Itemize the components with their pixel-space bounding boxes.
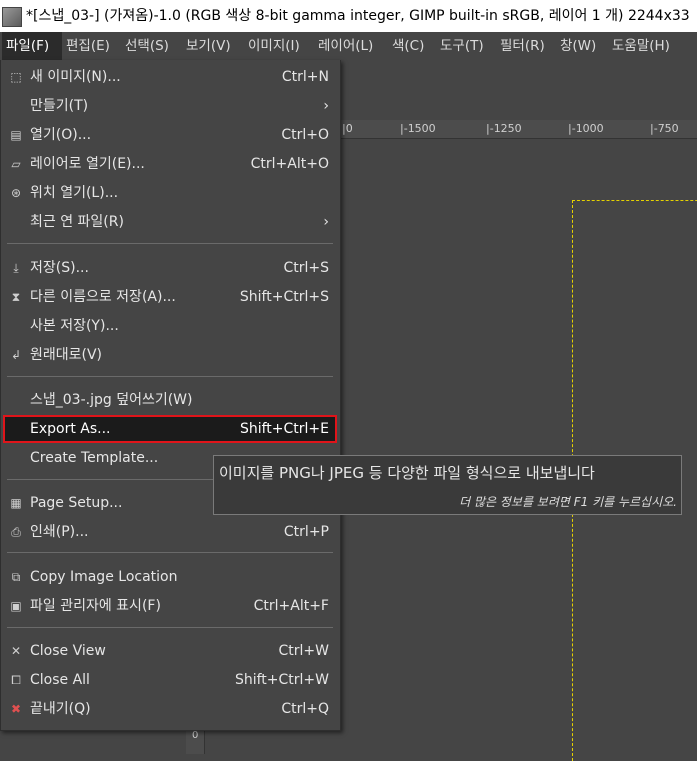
print-icon: ⎙: [11, 525, 21, 539]
new-image-icon: ⬚: [10, 70, 22, 84]
save-as-icon: ⧗: [11, 290, 21, 304]
copy-location-icon: ⧉: [11, 570, 21, 584]
menu-item-new-image[interactable]: ⬚ 새 이미지(N)... Ctrl+N: [3, 63, 337, 91]
menu-tools[interactable]: 도구(T): [440, 32, 484, 60]
menu-item-print[interactable]: ⎙ 인쇄(P)... Ctrl+P: [3, 518, 337, 546]
ruler-tick: |-1250: [486, 122, 522, 135]
menubar: 파일(F) 편집(E) 선택(S) 보기(V) 이미지(I) 레이어(L) 색(…: [0, 32, 697, 60]
menu-separator: [7, 627, 333, 628]
ruler-tick: |-750: [650, 122, 679, 135]
menu-item-recent[interactable]: 최근 연 파일(R) ›: [3, 208, 337, 236]
menu-layer[interactable]: 레이어(L): [318, 32, 373, 60]
page-setup-icon: ▦: [10, 496, 22, 510]
menu-item-open-as-layers[interactable]: ▱ 레이어로 열기(E)... Ctrl+Alt+O: [3, 150, 337, 178]
menu-item-open-location[interactable]: ⊛ 위치 열기(L)...: [3, 179, 337, 207]
menu-filters[interactable]: 필터(R): [500, 32, 545, 60]
menu-view[interactable]: 보기(V): [186, 32, 231, 60]
menu-windows[interactable]: 창(W): [560, 32, 596, 60]
file-menu-dropdown: ⬚ 새 이미지(N)... Ctrl+N 만들기(T) › ▤ 열기(O)...…: [0, 60, 341, 731]
menu-item-save-copy[interactable]: 사본 저장(Y)...: [3, 312, 337, 340]
open-icon: ▤: [10, 128, 22, 142]
menu-item-copy-image-location[interactable]: ⧉ Copy Image Location: [3, 563, 337, 591]
menu-separator: [7, 243, 333, 244]
menu-item-close-view[interactable]: ✕ Close View Ctrl+W: [3, 637, 337, 665]
menu-item-close-all[interactable]: ⧠ Close All Shift+Ctrl+W: [3, 666, 337, 694]
menu-item-open[interactable]: ▤ 열기(O)... Ctrl+O: [3, 121, 337, 149]
menu-item-export-as[interactable]: Export As... Shift+Ctrl+E: [3, 415, 337, 443]
menu-item-save[interactable]: ⤓ 저장(S)... Ctrl+S: [3, 254, 337, 282]
menu-item-create[interactable]: 만들기(T) ›: [3, 92, 337, 120]
gimp-app-icon: [2, 7, 22, 27]
quit-icon: ✖: [10, 702, 22, 716]
close-all-icon: ⧠: [11, 673, 21, 687]
chevron-right-icon: ›: [323, 98, 329, 114]
save-icon: ⤓: [13, 261, 19, 275]
tooltip-text: 이미지를 PNG나 JPEG 등 다양한 파일 형식으로 내보냅니다: [219, 464, 595, 482]
menu-help[interactable]: 도움말(H): [612, 32, 670, 60]
menu-select[interactable]: 선택(S): [125, 32, 169, 60]
menu-colors[interactable]: 색(C): [392, 32, 424, 60]
menu-item-overwrite[interactable]: 스냅_03-.jpg 덮어쓰기(W): [3, 386, 337, 414]
menu-separator: [7, 552, 333, 553]
globe-icon: ⊛: [10, 186, 22, 200]
close-icon: ✕: [10, 644, 22, 658]
menu-file[interactable]: 파일(F): [2, 32, 62, 60]
menu-item-save-as[interactable]: ⧗ 다른 이름으로 저장(A)... Shift+Ctrl+S: [3, 283, 337, 311]
tooltip-hint: 더 많은 정보를 보려면 F1 키를 누르십시오.: [459, 495, 677, 509]
ruler-tick: 0: [192, 730, 199, 741]
menu-separator: [7, 376, 333, 377]
window-titlebar: *[스냅_03-] (가져옴)-1.0 (RGB 색상 8-bit gamma …: [0, 0, 697, 32]
window-title: *[스냅_03-] (가져옴)-1.0 (RGB 색상 8-bit gamma …: [26, 8, 690, 24]
chevron-right-icon: ›: [323, 214, 329, 230]
menu-image[interactable]: 이미지(I): [248, 32, 300, 60]
menu-item-revert[interactable]: ↲ 원래대로(V): [3, 341, 337, 369]
file-manager-icon: ▣: [10, 599, 22, 613]
horizontal-ruler[interactable]: |0 |-1500 |-1250 |-1000 |-750: [340, 120, 697, 139]
revert-icon: ↲: [10, 348, 22, 362]
menu-item-quit[interactable]: ✖ 끝내기(Q) Ctrl+Q: [3, 695, 337, 723]
ruler-tick: |-1500: [400, 122, 436, 135]
open-as-layers-icon: ▱: [11, 157, 21, 171]
menu-item-show-in-file-manager[interactable]: ▣ 파일 관리자에 표시(F) Ctrl+Alt+F: [3, 592, 337, 620]
ruler-tick: |-1000: [568, 122, 604, 135]
export-as-tooltip: 이미지를 PNG나 JPEG 등 다양한 파일 형식으로 내보냅니다 더 많은 …: [213, 455, 682, 515]
menu-edit[interactable]: 편집(E): [66, 32, 110, 60]
